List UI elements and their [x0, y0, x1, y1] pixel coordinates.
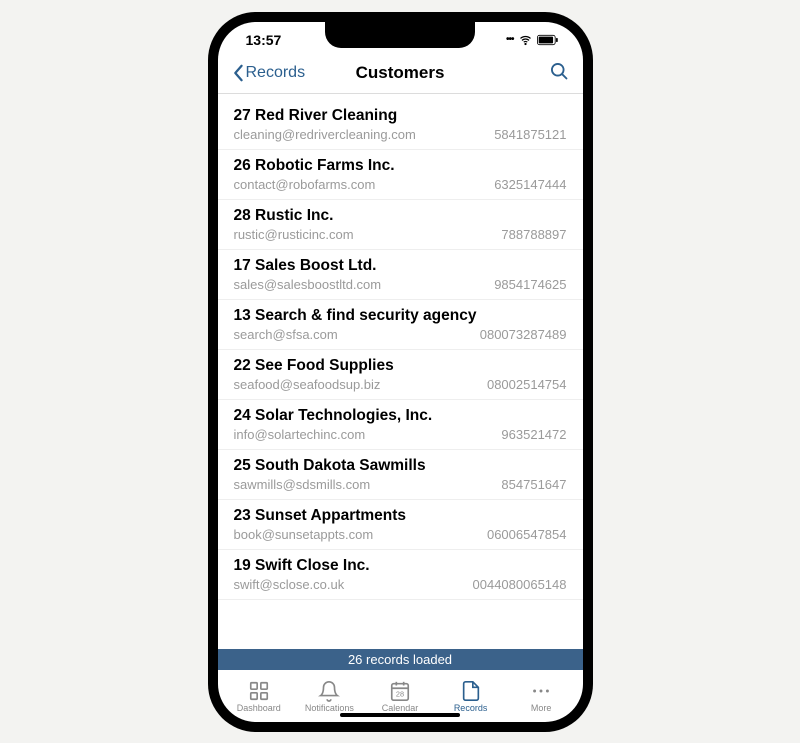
customer-phone: 963521472 [501, 427, 566, 442]
customer-title: 22 See Food Supplies [234, 357, 567, 375]
customer-row[interactable]: 13 Search & find security agency search@… [218, 300, 583, 350]
back-label: Records [246, 64, 306, 82]
customer-email: swift@sclose.co.uk [234, 577, 345, 592]
tab-more[interactable]: More [506, 680, 577, 713]
home-indicator[interactable] [340, 713, 460, 717]
status-time: 13:57 [246, 32, 282, 48]
back-button[interactable]: Records [232, 64, 306, 82]
customer-title: 26 Robotic Farms Inc. [234, 157, 567, 175]
tab-calendar[interactable]: 28 Calendar [365, 680, 436, 713]
calendar-icon: 28 [389, 680, 411, 702]
customer-row[interactable]: 28 Rustic Inc. rustic@rusticinc.com 7887… [218, 200, 583, 250]
tab-notifications[interactable]: Notifications [294, 680, 365, 713]
customer-email: sawmills@sdsmills.com [234, 477, 371, 492]
customer-row[interactable]: 23 Sunset Appartments book@sunsetappts.c… [218, 500, 583, 550]
customer-phone: 5841875121 [494, 127, 566, 142]
tab-records[interactable]: Records [435, 680, 506, 713]
customer-email: rustic@rusticinc.com [234, 227, 354, 242]
customer-email: book@sunsetappts.com [234, 527, 374, 542]
customer-title: 25 South Dakota Sawmills [234, 457, 567, 475]
wifi-icon [518, 34, 533, 46]
tab-notifications-label: Notifications [305, 703, 354, 713]
svg-text:28: 28 [396, 690, 404, 699]
customer-email: cleaning@redrivercleaning.com [234, 127, 416, 142]
tab-dashboard[interactable]: Dashboard [224, 680, 295, 713]
customer-row[interactable]: 27 Red River Cleaning cleaning@redriverc… [218, 100, 583, 150]
customer-phone: 0044080065148 [473, 577, 567, 592]
chevron-left-icon [232, 64, 244, 82]
status-icons: ••• [506, 34, 559, 46]
customer-phone: 6325147444 [494, 177, 566, 192]
dashboard-icon [248, 680, 270, 702]
search-button[interactable] [549, 61, 569, 86]
customer-row[interactable]: 19 Swift Close Inc. swift@sclose.co.uk 0… [218, 550, 583, 600]
customer-email: seafood@seafoodsup.biz [234, 377, 381, 392]
phone-frame: 13:57 ••• Records Customers 27 Red River… [208, 12, 593, 732]
customer-phone: 06006547854 [487, 527, 567, 542]
customer-title: 13 Search & find security agency [234, 307, 567, 325]
customer-title: 24 Solar Technologies, Inc. [234, 407, 567, 425]
customer-row[interactable]: 17 Sales Boost Ltd. sales@salesboostltd.… [218, 250, 583, 300]
customer-email: info@solartechinc.com [234, 427, 366, 442]
customer-row[interactable]: 24 Solar Technologies, Inc. info@solarte… [218, 400, 583, 450]
nav-bar: Records Customers [218, 54, 583, 94]
customer-title: 23 Sunset Appartments [234, 507, 567, 525]
records-icon [460, 680, 482, 702]
tab-dashboard-label: Dashboard [237, 703, 281, 713]
customer-title: 27 Red River Cleaning [234, 107, 567, 125]
customer-title: 17 Sales Boost Ltd. [234, 257, 567, 275]
customer-email: search@sfsa.com [234, 327, 338, 342]
customer-phone: 08002514754 [487, 377, 567, 392]
notch [325, 22, 475, 48]
customer-row[interactable]: 25 South Dakota Sawmills sawmills@sdsmil… [218, 450, 583, 500]
tab-calendar-label: Calendar [382, 703, 419, 713]
customer-phone: 080073287489 [480, 327, 567, 342]
more-icon [530, 680, 552, 702]
customer-phone: 854751647 [501, 477, 566, 492]
customer-email: contact@robofarms.com [234, 177, 376, 192]
records-loaded-banner: 26 records loaded [218, 649, 583, 670]
customer-title: 19 Swift Close Inc. [234, 557, 567, 575]
cellular-icon: ••• [506, 34, 514, 45]
screen: 13:57 ••• Records Customers 27 Red River… [218, 22, 583, 722]
customer-title: 28 Rustic Inc. [234, 207, 567, 225]
search-icon [549, 61, 569, 81]
customer-phone: 9854174625 [494, 277, 566, 292]
tab-records-label: Records [454, 703, 488, 713]
customer-row[interactable]: 26 Robotic Farms Inc. contact@robofarms.… [218, 150, 583, 200]
battery-icon [537, 34, 559, 46]
customer-row[interactable]: 22 See Food Supplies seafood@seafoodsup.… [218, 350, 583, 400]
customer-email: sales@salesboostltd.com [234, 277, 382, 292]
customer-phone: 788788897 [501, 227, 566, 242]
tab-more-label: More [531, 703, 552, 713]
nav-title: Customers [356, 63, 445, 83]
bell-icon [318, 680, 340, 702]
customer-list[interactable]: 27 Red River Cleaning cleaning@redriverc… [218, 94, 583, 649]
